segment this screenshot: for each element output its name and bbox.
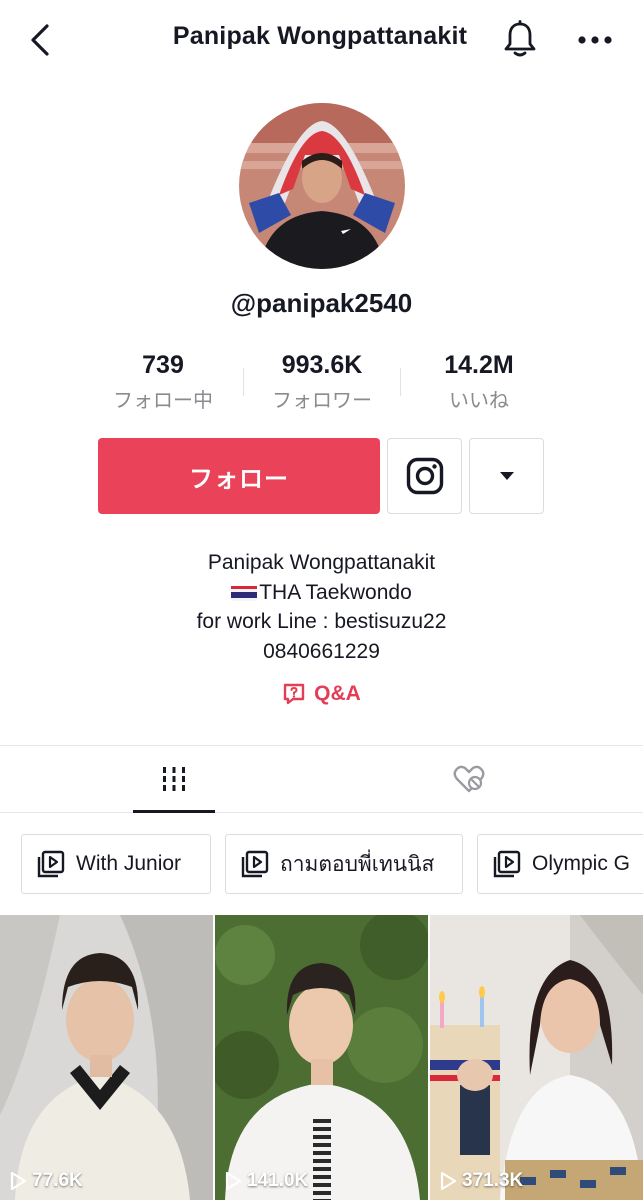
username: @panipak2540 — [230, 288, 413, 318]
grid-icon — [163, 767, 185, 791]
video-thumbnail-image — [215, 915, 428, 1200]
following-count: 739 — [142, 351, 184, 379]
qa-label: Q&A — [314, 682, 361, 705]
view-count: 141.0K — [225, 1170, 308, 1192]
more-actions-dropdown[interactable] — [469, 438, 544, 514]
following-label: フォロー中 — [113, 390, 213, 412]
playlist-label: With Junior — [76, 852, 182, 875]
video-thumbnail[interactable]: 371.3K — [430, 915, 643, 1200]
followers-count: 993.6K — [281, 351, 363, 379]
video-thumbnail-image — [430, 915, 643, 1200]
active-tab-indicator — [133, 810, 215, 813]
view-count-text: 371.3K — [462, 1170, 524, 1191]
avatar-image — [239, 103, 405, 269]
bio-line: 0840661229 — [263, 639, 380, 663]
play-icon — [225, 1172, 241, 1190]
likes-count: 14.2M — [444, 351, 514, 379]
playlist-label: Olympic G — [532, 852, 631, 875]
followers-label: フォロワー — [272, 390, 372, 412]
follow-button[interactable]: フォロー — [98, 438, 380, 514]
content-tabs — [0, 745, 643, 813]
more-horizontal-icon — [578, 36, 612, 44]
playlist-chip[interactable]: ถามตอบพี่เทนนิส — [225, 834, 463, 894]
bio-line: THA Taekwondo — [259, 580, 412, 604]
play-icon — [10, 1172, 26, 1190]
bio-line-flag: THA Taekwondo — [0, 578, 643, 608]
video-thumbnail[interactable]: 77.6K — [0, 915, 213, 1200]
bio: Panipak Wongpattanakit THA Taekwondo for… — [0, 548, 643, 666]
bio-line: Panipak Wongpattanakit — [207, 551, 436, 574]
chevron-left-icon — [31, 24, 49, 56]
stats-row: 739 フォロー中 993.6K フォロワー 14.2M いいね — [0, 350, 643, 414]
tab-videos[interactable] — [133, 746, 215, 812]
stat-divider — [400, 368, 401, 396]
likes-stat[interactable]: 14.2M いいね — [404, 350, 554, 413]
avatar[interactable] — [239, 103, 405, 269]
top-bar: Panipak Wongpattanakit — [0, 0, 643, 80]
playlist-chip[interactable]: Olympic G — [477, 834, 643, 894]
view-count-text: 77.6K — [32, 1170, 83, 1191]
playlist-chip[interactable]: With Junior — [21, 834, 211, 894]
notification-button[interactable] — [500, 18, 540, 60]
view-count: 77.6K — [10, 1170, 83, 1192]
playlist-icon — [37, 850, 65, 878]
qa-link[interactable]: Q&A — [0, 682, 643, 706]
playlist-label: ถามตอบพี่เทนนิส — [280, 852, 435, 876]
playlist-icon — [241, 850, 269, 878]
followers-stat[interactable]: 993.6K フォロワー — [247, 350, 397, 413]
page-title: Panipak Wongpattanakit — [172, 22, 468, 50]
play-icon — [440, 1172, 456, 1190]
video-grid: 77.6K 141.0K 371.3K — [0, 915, 643, 1200]
caret-down-icon — [499, 472, 514, 480]
instagram-icon — [406, 457, 443, 495]
tab-liked[interactable] — [428, 746, 510, 812]
question-bubble-icon — [283, 683, 305, 705]
bell-icon — [504, 20, 536, 57]
back-button[interactable] — [22, 20, 58, 60]
thai-flag-icon — [231, 583, 258, 601]
following-stat[interactable]: 739 フォロー中 — [88, 350, 238, 413]
instagram-button[interactable] — [387, 438, 462, 514]
more-options-button[interactable] — [572, 20, 618, 60]
playlist-chips: With Junior ถามตอบพี่เทนนิส Olympic G — [0, 834, 643, 896]
likes-label: いいね — [449, 390, 509, 412]
video-thumbnail-image — [0, 915, 213, 1200]
bio-line: for work Line : bestisuzu22 — [196, 610, 447, 633]
liked-hidden-icon — [453, 765, 485, 793]
view-count: 371.3K — [440, 1170, 523, 1192]
playlist-icon — [493, 850, 521, 878]
stat-divider — [243, 368, 244, 396]
view-count-text: 141.0K — [247, 1170, 309, 1191]
video-thumbnail[interactable]: 141.0K — [215, 915, 428, 1200]
